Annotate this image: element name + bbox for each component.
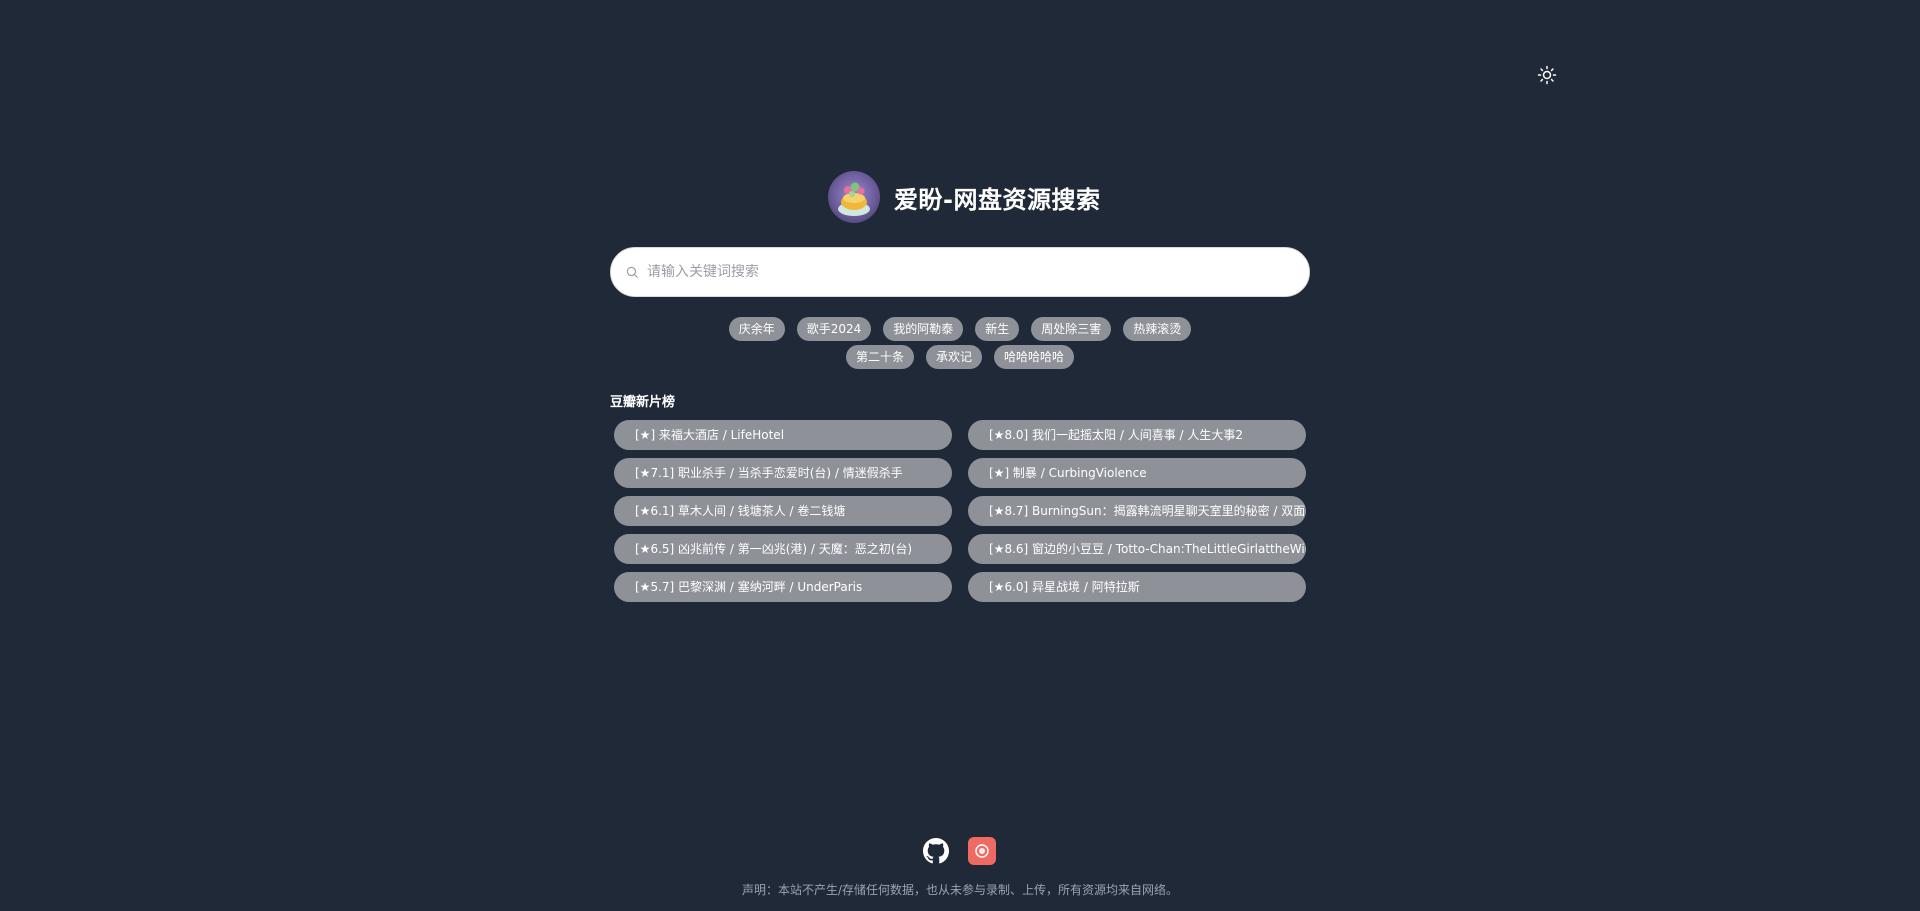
disclaimer-text: 声明：本站不产生/存储任何数据，也从未参与录制、上传，所有资源均来自网络。 [741, 883, 1179, 897]
page: 爱盼-网盘资源搜索 庆余年 歌手2024 我的阿勒泰 新生 周处除三害 热辣滚烫… [0, 0, 1920, 911]
movie-item[interactable]: [★6.1] 草木人间 / 钱塘茶人 / 卷二钱塘 [614, 496, 952, 526]
hot-tag[interactable]: 新生 [975, 317, 1020, 341]
search-box[interactable] [610, 247, 1310, 297]
movie-item[interactable]: [★8.6] 窗边的小豆豆 / Totto-Chan:TheLittleGirl… [968, 534, 1306, 564]
douban-movie-list: [★] 来福大酒店 / LifeHotel [★8.0] 我们一起摇太阳 / 人… [614, 420, 1306, 602]
douban-section-title: 豆瓣新片榜 [610, 395, 676, 410]
search-input[interactable] [647, 252, 1309, 292]
search-icon [626, 266, 638, 278]
github-link[interactable] [922, 837, 950, 865]
hot-tag[interactable]: 第二十条 [845, 345, 914, 369]
hot-tag[interactable]: 我的阿勒泰 [883, 317, 964, 341]
sun-icon [1537, 65, 1557, 85]
hot-tags-row-1: 庆余年 歌手2024 我的阿勒泰 新生 周处除三害 热辣滚烫 [728, 317, 1192, 341]
hot-tags: 庆余年 歌手2024 我的阿勒泰 新生 周处除三害 热辣滚烫 第二十条 承欢记 … [660, 317, 1260, 369]
movie-item[interactable]: [★] 制暴 / CurbingViolence [968, 458, 1306, 488]
hot-tag[interactable]: 庆余年 [728, 317, 785, 341]
movie-item[interactable]: [★7.1] 职业杀手 / 当杀手恋爱时(台) / 情迷假杀手 [614, 458, 952, 488]
hot-tag[interactable]: 周处除三害 [1031, 317, 1112, 341]
theme-toggle-button[interactable] [1534, 62, 1560, 88]
movie-item[interactable]: [★6.0] 异星战境 / 阿特拉斯 [968, 572, 1306, 602]
hot-tag[interactable]: 热辣滚烫 [1123, 317, 1192, 341]
site-title: 爱盼-网盘资源搜索 [894, 185, 1101, 214]
movie-item[interactable]: [★8.0] 我们一起摇太阳 / 人间喜事 / 人生大事2 [968, 420, 1306, 450]
movie-item[interactable]: [★6.5] 凶兆前传 / 第一凶兆(港) / 天魔：恶之初(台) [614, 534, 952, 564]
brand: 爱盼-网盘资源搜索 [828, 170, 1100, 224]
github-icon [923, 838, 949, 864]
movie-item[interactable]: [★8.7] BurningSun：揭露韩流明星聊天室里的秘密 / 双面人生 [968, 496, 1306, 526]
logo-icon [828, 171, 880, 223]
hot-tag[interactable]: 歌手2024 [796, 317, 872, 341]
movie-item[interactable]: [★] 来福大酒店 / LifeHotel [614, 420, 952, 450]
hot-tag[interactable]: 承欢记 [925, 345, 982, 369]
hot-tags-row-2: 第二十条 承欢记 哈哈哈哈哈 [845, 345, 1075, 369]
hot-tag[interactable]: 哈哈哈哈哈 [994, 345, 1075, 369]
footer-icons [922, 837, 996, 865]
app-icon [968, 837, 996, 865]
movie-item[interactable]: [★5.7] 巴黎深渊 / 塞纳河畔 / UnderParis [614, 572, 952, 602]
app-link[interactable] [968, 837, 996, 865]
